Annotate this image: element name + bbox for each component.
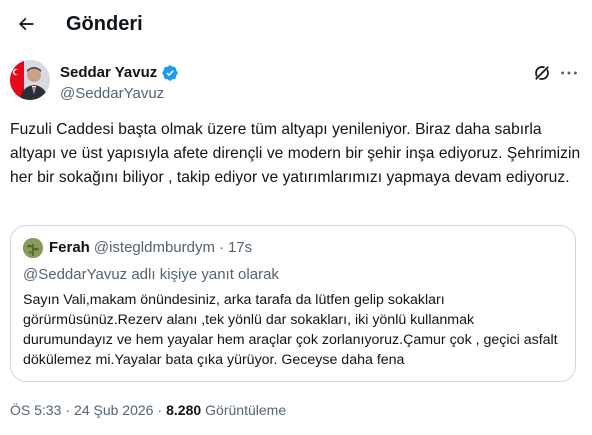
quote-author-handle: @istegldmburdym xyxy=(93,239,215,256)
avatar[interactable] xyxy=(10,60,50,100)
grok-icon[interactable] xyxy=(532,63,552,83)
separator-dot: · xyxy=(157,402,163,418)
quote-author-name: Ferah xyxy=(49,239,90,256)
name-row: Seddar Yavuz xyxy=(60,64,179,82)
quote-header: Ferah @istegldmburdym · 17s xyxy=(49,239,252,257)
more-horizontal-icon[interactable] xyxy=(558,62,580,84)
views-count: 8.280 xyxy=(166,402,202,418)
page-title: Gönderi xyxy=(66,13,143,35)
tweet-meta: ÖS 5:33 · 24 Şub 2026 · 8.280 Görüntülem… xyxy=(10,401,286,419)
author-avatar-image xyxy=(10,60,50,100)
tweet-author: Seddar Yavuz @SeddarYavuz xyxy=(10,58,582,106)
author-handle[interactable]: @SeddarYavuz xyxy=(60,85,164,103)
tweet-text: Fuzuli Caddesi başta olmak üzere tüm alt… xyxy=(10,121,581,186)
tweet-date[interactable]: 24 Şub 2026 xyxy=(74,401,153,419)
back-button[interactable] xyxy=(8,6,44,42)
separator-dot: · xyxy=(65,402,71,418)
views-label: Görüntüleme xyxy=(205,402,287,418)
arrow-left-icon xyxy=(18,17,34,31)
top-bar: Gönderi xyxy=(0,0,592,50)
verified-badge-icon xyxy=(162,65,178,81)
tweet-time[interactable]: ÖS 5:33 xyxy=(10,401,61,419)
quote-time: 17s xyxy=(227,239,253,256)
author-name[interactable]: Seddar Yavuz xyxy=(60,64,157,82)
quote-avatar-image xyxy=(23,238,43,258)
quote-text: Sayın Vali,makam önündesiniz, arka taraf… xyxy=(23,292,558,368)
reply-context: @SeddarYavuz adlı kişiye yanıt olarak xyxy=(23,266,279,283)
separator-dot: · xyxy=(218,239,224,256)
quoted-tweet[interactable]: Ferah @istegldmburdym · 17s @SeddarYavuz… xyxy=(10,225,576,382)
avatar[interactable] xyxy=(23,238,43,258)
